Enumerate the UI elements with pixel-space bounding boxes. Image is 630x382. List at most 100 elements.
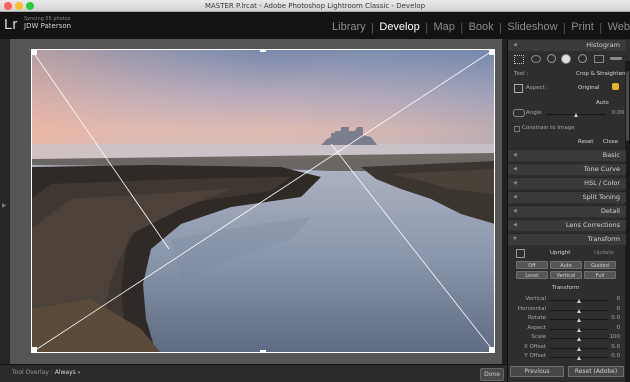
chevron-down-icon[interactable]: ▾: [78, 370, 81, 376]
transform-slider-value[interactable]: 0.0: [611, 315, 620, 321]
transform-slider-value[interactable]: 0.0: [611, 353, 620, 359]
panel-header-tone-curve[interactable]: ◀ Tone Curve: [508, 163, 626, 175]
transform-slider-knob[interactable]: [576, 337, 581, 341]
transform-slider-label: Horizontal: [517, 305, 546, 312]
transform-section-label: Transform: [552, 285, 580, 291]
transform-slider-knob[interactable]: [576, 356, 581, 360]
transform-slider-row: Aspect 0: [508, 324, 626, 333]
adjustment-brush-icon[interactable]: [594, 55, 604, 63]
transform-slider-value[interactable]: 0: [617, 306, 621, 312]
crop-reset-button[interactable]: Reset: [578, 139, 593, 145]
transform-slider-value[interactable]: 0: [617, 296, 621, 302]
transform-slider-row: Horizontal 0: [508, 305, 626, 314]
constrain-label: Constrain to Image: [522, 125, 575, 131]
panel-header-split-toning[interactable]: ◀ Split Toning: [508, 191, 626, 203]
transform-slider-label: X Offset: [523, 343, 546, 350]
red-eye-icon[interactable]: [547, 54, 556, 63]
upright-full-button[interactable]: Full: [584, 271, 616, 279]
identity-plate-bar: Lr Syncing 55 photos JDW Paterson Librar…: [0, 12, 630, 39]
photo-preview[interactable]: [31, 49, 495, 353]
done-button[interactable]: Done: [480, 368, 504, 381]
upright-off-button[interactable]: Off: [516, 261, 548, 269]
module-book[interactable]: Book: [464, 20, 499, 34]
module-library[interactable]: Library: [327, 20, 371, 34]
tool-overlay-label: Tool Overlay :: [12, 369, 53, 376]
collapse-triangle-icon[interactable]: ◀: [513, 150, 517, 161]
angle-label: Angle: [526, 110, 542, 116]
collapse-triangle-icon[interactable]: ◀: [513, 192, 517, 203]
panel-header-histogram[interactable]: ◀ Histogram: [508, 39, 626, 51]
graduated-filter-icon[interactable]: [561, 54, 571, 64]
radial-filter-icon[interactable]: [578, 54, 587, 63]
window-title: MASTER P.lrcat - Adobe Photoshop Lightro…: [204, 2, 426, 10]
transform-slider-label: Rotate: [527, 315, 546, 321]
tool-value: Crop & Straighten: [576, 71, 626, 77]
transform-slider-label: Vertical: [525, 296, 546, 302]
transform-slider-row: Scale 100: [508, 333, 626, 342]
transform-slider-value[interactable]: 100: [610, 334, 621, 340]
transform-slider-knob[interactable]: [576, 308, 581, 313]
transform-slider-value[interactable]: 0.0: [611, 344, 620, 350]
expand-triangle-icon[interactable]: ▼: [513, 234, 517, 245]
transform-slider-label: Y Offset: [524, 353, 546, 359]
scrollbar-thumb[interactable]: [626, 71, 629, 141]
module-slideshow[interactable]: Slideshow: [502, 20, 562, 34]
photo-image: [31, 49, 495, 353]
constrain-checkbox[interactable]: [514, 126, 520, 132]
lightroom-logo: Lr: [4, 16, 18, 33]
lock-icon[interactable]: [612, 83, 619, 90]
transform-slider-label: Scale: [531, 334, 546, 340]
panel-header-detail[interactable]: ◀ Detail: [508, 205, 626, 217]
module-web[interactable]: Web: [603, 20, 630, 34]
tool-overlay-control[interactable]: Tool Overlay : Always ▾: [12, 369, 80, 376]
collapse-triangle-icon[interactable]: ◀: [513, 178, 517, 189]
transform-slider-row: Vertical 0: [508, 295, 626, 304]
right-panel: ◀ Histogram Tool : Crop & Straighten Aspe…: [507, 39, 630, 382]
tool-strip: [514, 53, 624, 65]
panel-header-transform[interactable]: ▼ Transform: [508, 233, 626, 245]
panel-header-lens-corrections[interactable]: ◀ Lens Corrections: [508, 219, 626, 231]
aspect-label: Aspect :: [526, 85, 549, 91]
angle-value[interactable]: 0.00: [612, 110, 624, 116]
module-map[interactable]: Map: [428, 20, 459, 34]
collapse-triangle-icon[interactable]: ◀: [513, 206, 517, 217]
crop-overlay-icon[interactable]: [514, 55, 524, 64]
panel-header-hsl[interactable]: ◀ HSL / Color: [508, 177, 626, 189]
tool-overlay-value[interactable]: Always: [55, 369, 76, 376]
aspect-select[interactable]: Original: [578, 85, 600, 91]
upright-vertical-button[interactable]: Vertical: [550, 271, 582, 279]
straighten-tool-icon[interactable]: [513, 109, 525, 117]
collapse-triangle-icon[interactable]: ◀: [513, 220, 517, 231]
expand-left-panel-icon[interactable]: ▶: [2, 202, 7, 209]
crop-frame-icon[interactable]: [514, 84, 523, 93]
auto-straighten-button[interactable]: Auto: [596, 100, 609, 106]
collapse-triangle-icon[interactable]: ◀: [513, 164, 517, 175]
transform-slider-row: X Offset 0.0: [508, 343, 626, 352]
transform-slider-knob[interactable]: [576, 299, 581, 303]
upright-level-button[interactable]: Level: [516, 271, 548, 279]
image-canvas[interactable]: [10, 39, 507, 364]
window-titlebar: MASTER P.lrcat - Adobe Photoshop Lightro…: [0, 0, 630, 12]
reset-adobe-button[interactable]: Reset (Adobe): [568, 366, 624, 377]
module-print[interactable]: Print: [566, 20, 599, 34]
transform-slider-knob[interactable]: [576, 346, 581, 351]
crop-close-button[interactable]: Close: [603, 139, 618, 145]
transform-slider-row: Y Offset 0.0: [508, 352, 626, 361]
module-picker: Library | Develop | Map | Book | Slideshow | …: [327, 19, 630, 35]
angle-slider-knob[interactable]: [574, 113, 578, 117]
collapse-triangle-icon[interactable]: ◀: [513, 40, 517, 51]
upright-auto-button[interactable]: Auto: [550, 261, 582, 269]
transform-slider-knob[interactable]: [576, 327, 581, 332]
upright-guided-button[interactable]: Guided: [584, 261, 616, 269]
brush-slider-icon[interactable]: [610, 57, 622, 60]
tool-label: Tool :: [514, 71, 529, 77]
module-develop[interactable]: Develop: [374, 20, 424, 34]
target-adjust-icon[interactable]: [516, 249, 525, 258]
transform-slider-knob[interactable]: [576, 318, 581, 322]
spot-removal-icon[interactable]: [531, 55, 541, 63]
previous-button[interactable]: Previous: [510, 366, 564, 377]
left-panel-collapsed[interactable]: ▶: [0, 39, 10, 364]
transform-slider-value[interactable]: 0: [617, 325, 621, 331]
upright-update-button[interactable]: Update: [594, 250, 614, 256]
panel-header-basic[interactable]: ◀ Basic: [508, 149, 626, 161]
